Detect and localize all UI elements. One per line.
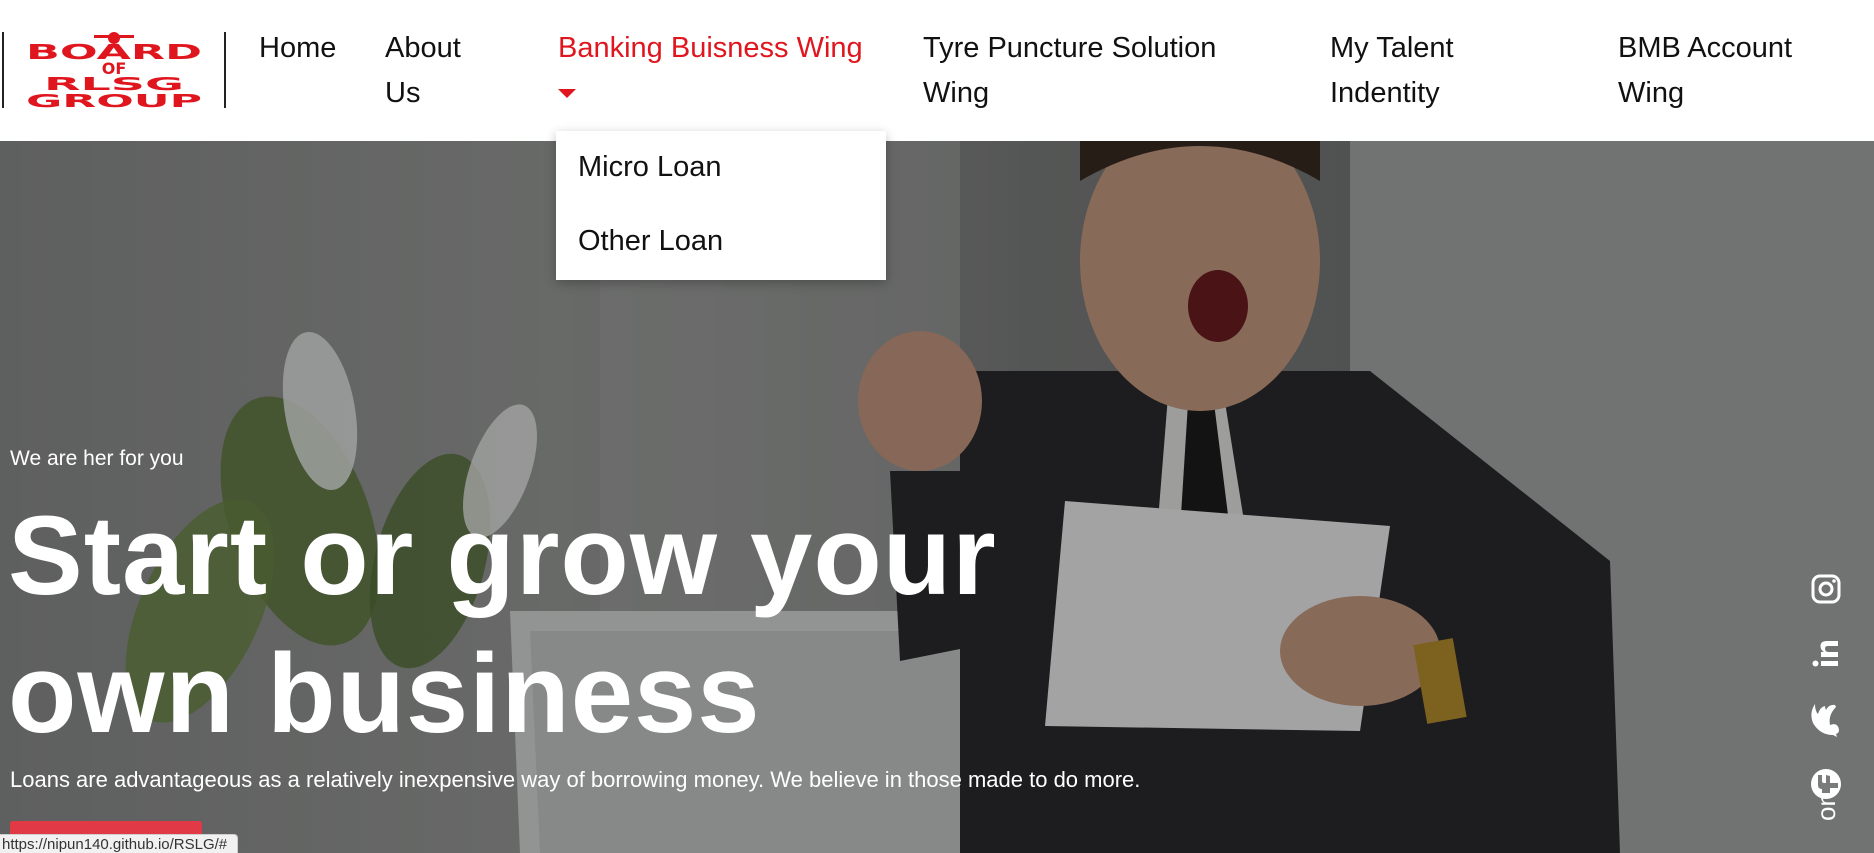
dropdown-item-other-loan[interactable]: Other Loan xyxy=(578,225,723,258)
nav-banking-business-wing[interactable]: Banking Buisness Wing xyxy=(558,26,863,71)
nav-about-label-line1: About xyxy=(385,32,461,64)
banking-dropdown-menu: Micro Loan Other Loan xyxy=(556,131,886,280)
linkedin-icon[interactable] xyxy=(1808,636,1844,672)
hero-subtext: Loans are advantageous as a relatively i… xyxy=(10,767,1141,792)
social-links-column: on xyxy=(1794,141,1874,853)
nav-bmb-label-line1: BMB Account xyxy=(1618,32,1793,64)
instagram-icon[interactable] xyxy=(1808,571,1844,607)
nav-bmb-account-wing[interactable]: BMB Account Wing xyxy=(1618,26,1792,116)
nav-tyre-label-line1: Tyre Puncture Solution xyxy=(923,32,1217,64)
nav-about-label-line2: Us xyxy=(385,77,421,109)
nav-my-talent-identity[interactable]: My Talent Indentity xyxy=(1330,26,1454,116)
hero-headline-line2: own business xyxy=(8,631,761,756)
nav-tyre-puncture-wing[interactable]: Tyre Puncture Solution Wing xyxy=(923,26,1216,116)
hero-section: We are her for you Start or grow your ow… xyxy=(0,141,1874,853)
nav-bmb-label-line2: Wing xyxy=(1618,77,1685,109)
nav-home[interactable]: Home xyxy=(259,26,336,71)
browser-status-url: https://nipun140.github.io/RSLG/# xyxy=(0,834,239,853)
hero-headline-line1: Start or grow your xyxy=(8,493,997,618)
nav-talent-label-line1: My Talent xyxy=(1330,32,1454,64)
caret-down-icon[interactable] xyxy=(558,89,576,98)
nav-home-label: Home xyxy=(259,32,337,64)
hero-eyebrow: We are her for you xyxy=(10,447,184,470)
social-follow-text: on xyxy=(1811,792,1841,821)
nav-talent-label-line2: Indentity xyxy=(1330,77,1440,109)
twitter-icon[interactable] xyxy=(1808,701,1844,737)
nav-about[interactable]: About Us xyxy=(385,26,461,116)
dropdown-item-micro-loan[interactable]: Micro Loan xyxy=(578,151,721,184)
nav-tyre-label-line2: Wing xyxy=(923,77,990,109)
logo-container: BOARD OF RLSG GROUP xyxy=(2,32,226,108)
hero-headline: Start or grow your own business xyxy=(8,487,1008,763)
nav-banking-label: Banking Buisness Wing xyxy=(558,32,863,64)
board-of-rlsg-group-logo[interactable]: BOARD OF RLSG GROUP xyxy=(24,32,204,108)
site-header: BOARD OF RLSG GROUP Home About Us Bankin… xyxy=(0,0,1874,141)
svg-text:GROUP: GROUP xyxy=(26,91,202,108)
